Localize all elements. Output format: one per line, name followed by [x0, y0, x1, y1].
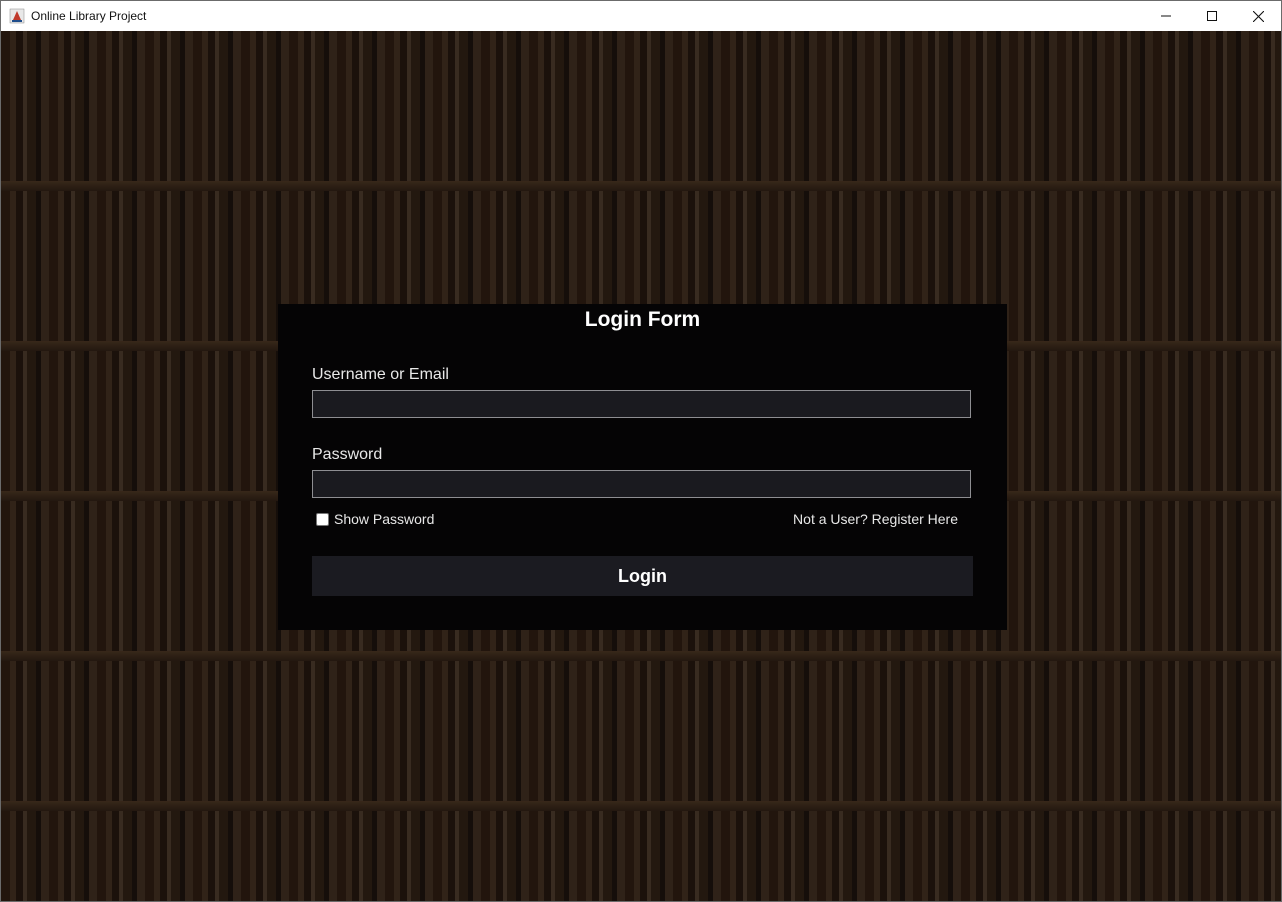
username-input[interactable] [312, 390, 971, 418]
minimize-icon [1161, 15, 1171, 17]
close-icon [1252, 10, 1264, 22]
show-password-checkbox[interactable] [316, 512, 329, 526]
show-password-toggle[interactable]: Show Password [316, 511, 434, 527]
close-button[interactable] [1235, 1, 1281, 31]
login-panel: Login Form Username or Email Password Sh… [278, 304, 1007, 630]
bookshelf-background: Login Form Username or Email Password Sh… [1, 31, 1281, 901]
java-cup-icon [9, 8, 25, 24]
login-button[interactable]: Login [312, 556, 973, 596]
app-window: Online Library Project Login Form Userna… [0, 0, 1282, 902]
minimize-button[interactable] [1143, 1, 1189, 31]
show-password-label: Show Password [334, 511, 435, 527]
username-label: Username or Email [312, 366, 449, 383]
password-input[interactable] [312, 470, 971, 498]
window-controls [1143, 1, 1281, 31]
password-label: Password [312, 446, 383, 463]
title-bar: Online Library Project [1, 1, 1281, 31]
form-title: Login Form [584, 308, 701, 331]
window-title: Online Library Project [31, 9, 147, 23]
maximize-button[interactable] [1189, 1, 1235, 31]
maximize-icon [1207, 11, 1217, 21]
register-link[interactable]: Not a User? Register Here [793, 511, 958, 527]
